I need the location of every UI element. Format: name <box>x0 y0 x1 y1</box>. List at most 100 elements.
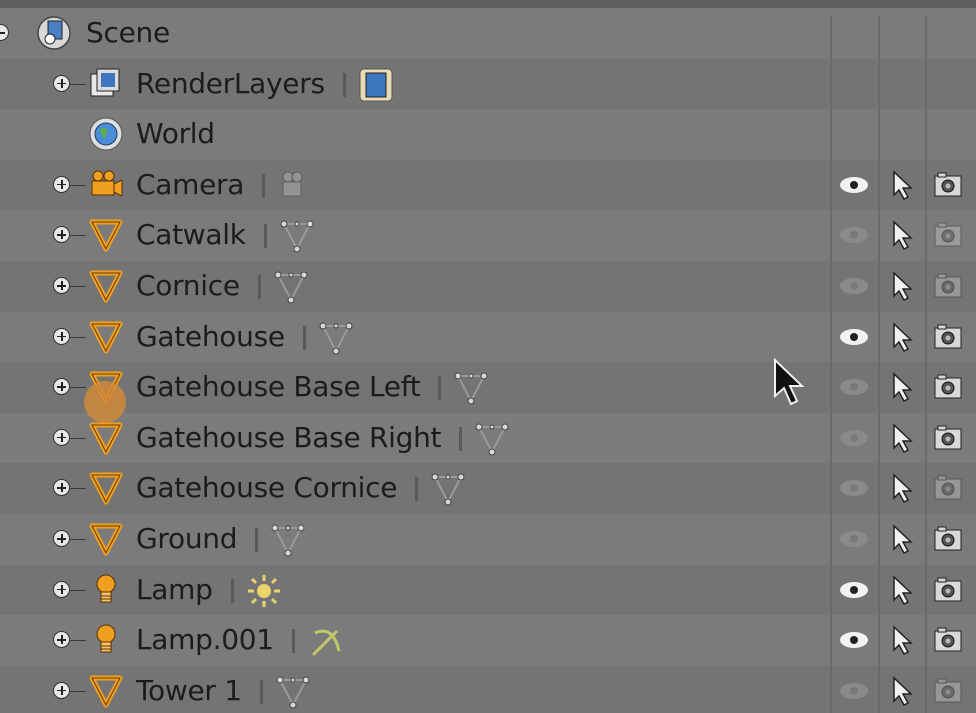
selectability-arrow-icon[interactable] <box>886 574 918 606</box>
camera-data-icon[interactable] <box>277 168 313 204</box>
item-label: Gatehouse Base Right <box>136 420 442 454</box>
visibility-eye-icon[interactable] <box>838 270 870 302</box>
renderability-camera-icon[interactable] <box>932 219 964 251</box>
expand-toggle[interactable] <box>53 631 70 649</box>
mesh-data-icon[interactable] <box>474 421 510 457</box>
renderlayers-icon <box>88 66 124 102</box>
selectability-arrow-icon[interactable] <box>886 624 918 656</box>
outliner-panel: Scene RenderLayers World Camera Catwalk Corni… <box>0 0 976 713</box>
renderability-camera-icon[interactable] <box>932 472 964 504</box>
visibility-eye-icon[interactable] <box>838 472 870 504</box>
mesh-icon <box>88 268 124 304</box>
lamp-sun-data-icon[interactable] <box>246 573 282 609</box>
column-separator <box>925 16 927 713</box>
selectability-arrow-icon[interactable] <box>886 523 918 555</box>
lamp-spot-data-icon[interactable] <box>307 623 343 659</box>
visibility-eye-icon[interactable] <box>838 523 870 555</box>
separator <box>262 173 266 198</box>
tree-line <box>70 387 86 389</box>
renderability-camera-icon[interactable] <box>932 371 964 403</box>
tree-line <box>70 640 86 642</box>
lamp-spot-icon <box>88 622 124 658</box>
lamp-sun-icon <box>88 572 124 608</box>
tree-line <box>70 235 86 237</box>
item-label: Lamp <box>136 572 213 606</box>
visibility-eye-icon[interactable] <box>838 321 870 353</box>
renderability-camera-icon[interactable] <box>932 422 964 454</box>
renderability-camera-icon[interactable] <box>932 523 964 555</box>
collapse-scene-toggle[interactable] <box>0 24 9 41</box>
selectability-arrow-icon[interactable] <box>886 270 918 302</box>
selectability-arrow-icon[interactable] <box>886 675 918 707</box>
selectability-arrow-icon[interactable] <box>886 422 918 454</box>
expand-toggle[interactable] <box>53 580 70 598</box>
separator <box>257 275 261 299</box>
expand-toggle[interactable] <box>53 378 70 396</box>
separator <box>230 578 234 603</box>
expand-toggle[interactable] <box>53 74 70 92</box>
expand-toggle[interactable] <box>53 175 70 193</box>
item-label: Cornice <box>136 269 240 302</box>
visibility-eye-icon[interactable] <box>838 574 870 606</box>
column-separator <box>878 16 880 713</box>
item-label: Gatehouse Base Left <box>136 370 421 404</box>
renderability-camera-icon[interactable] <box>932 321 964 353</box>
item-label: Tower 1 <box>136 673 242 707</box>
expand-toggle[interactable] <box>53 681 70 699</box>
separator <box>415 477 419 502</box>
separator <box>438 376 442 401</box>
mesh-icon <box>88 470 124 506</box>
selectability-arrow-icon[interactable] <box>886 321 918 353</box>
mesh-icon <box>88 319 124 355</box>
visibility-eye-icon[interactable] <box>838 169 870 201</box>
expand-toggle[interactable] <box>53 479 70 497</box>
visibility-eye-icon[interactable] <box>838 371 870 403</box>
mesh-icon <box>88 521 124 557</box>
separator <box>259 679 263 704</box>
mouse-cursor-icon <box>774 358 805 406</box>
mesh-data-icon[interactable] <box>318 320 354 356</box>
visibility-eye-icon[interactable] <box>838 422 870 454</box>
mesh-data-icon[interactable] <box>453 370 489 406</box>
visibility-eye-icon[interactable] <box>838 624 870 656</box>
tree-line <box>70 286 86 287</box>
scene-icon <box>36 15 72 51</box>
mesh-data-icon[interactable] <box>273 269 309 305</box>
selectability-arrow-icon[interactable] <box>886 219 918 251</box>
selectability-arrow-icon[interactable] <box>886 472 918 504</box>
renderability-camera-icon[interactable] <box>932 675 964 707</box>
expand-toggle[interactable] <box>53 277 70 294</box>
column-separator <box>830 16 832 713</box>
expand-toggle[interactable] <box>53 530 70 547</box>
renderability-camera-icon[interactable] <box>932 169 964 201</box>
visibility-eye-icon[interactable] <box>838 675 870 707</box>
selectability-arrow-icon[interactable] <box>886 169 918 201</box>
mesh-icon <box>88 420 124 456</box>
renderlayers-data-icon[interactable] <box>358 67 394 103</box>
scene-label: Scene <box>86 16 170 49</box>
visibility-eye-icon[interactable] <box>838 219 870 251</box>
world-icon <box>88 116 124 152</box>
renderability-camera-icon[interactable] <box>932 270 964 302</box>
item-label: Gatehouse <box>136 319 285 353</box>
separator <box>342 72 346 97</box>
renderability-camera-icon[interactable] <box>932 574 964 606</box>
expand-toggle[interactable] <box>53 226 70 244</box>
mesh-data-icon[interactable] <box>270 522 306 558</box>
expand-toggle[interactable] <box>53 428 70 446</box>
item-label: World <box>136 117 215 151</box>
tree-line <box>70 539 86 540</box>
renderability-camera-icon[interactable] <box>932 624 964 656</box>
mesh-data-icon[interactable] <box>430 471 466 507</box>
separator <box>459 426 463 451</box>
tree-line <box>70 184 86 186</box>
item-label: Camera <box>136 167 245 201</box>
selectability-arrow-icon[interactable] <box>886 371 918 403</box>
mesh-data-icon[interactable] <box>279 218 315 254</box>
separator <box>255 528 259 552</box>
item-label: RenderLayers <box>136 66 325 100</box>
mesh-data-icon[interactable] <box>275 674 311 710</box>
expand-toggle[interactable] <box>53 327 70 345</box>
camera-icon <box>88 167 124 203</box>
separator <box>291 629 295 654</box>
